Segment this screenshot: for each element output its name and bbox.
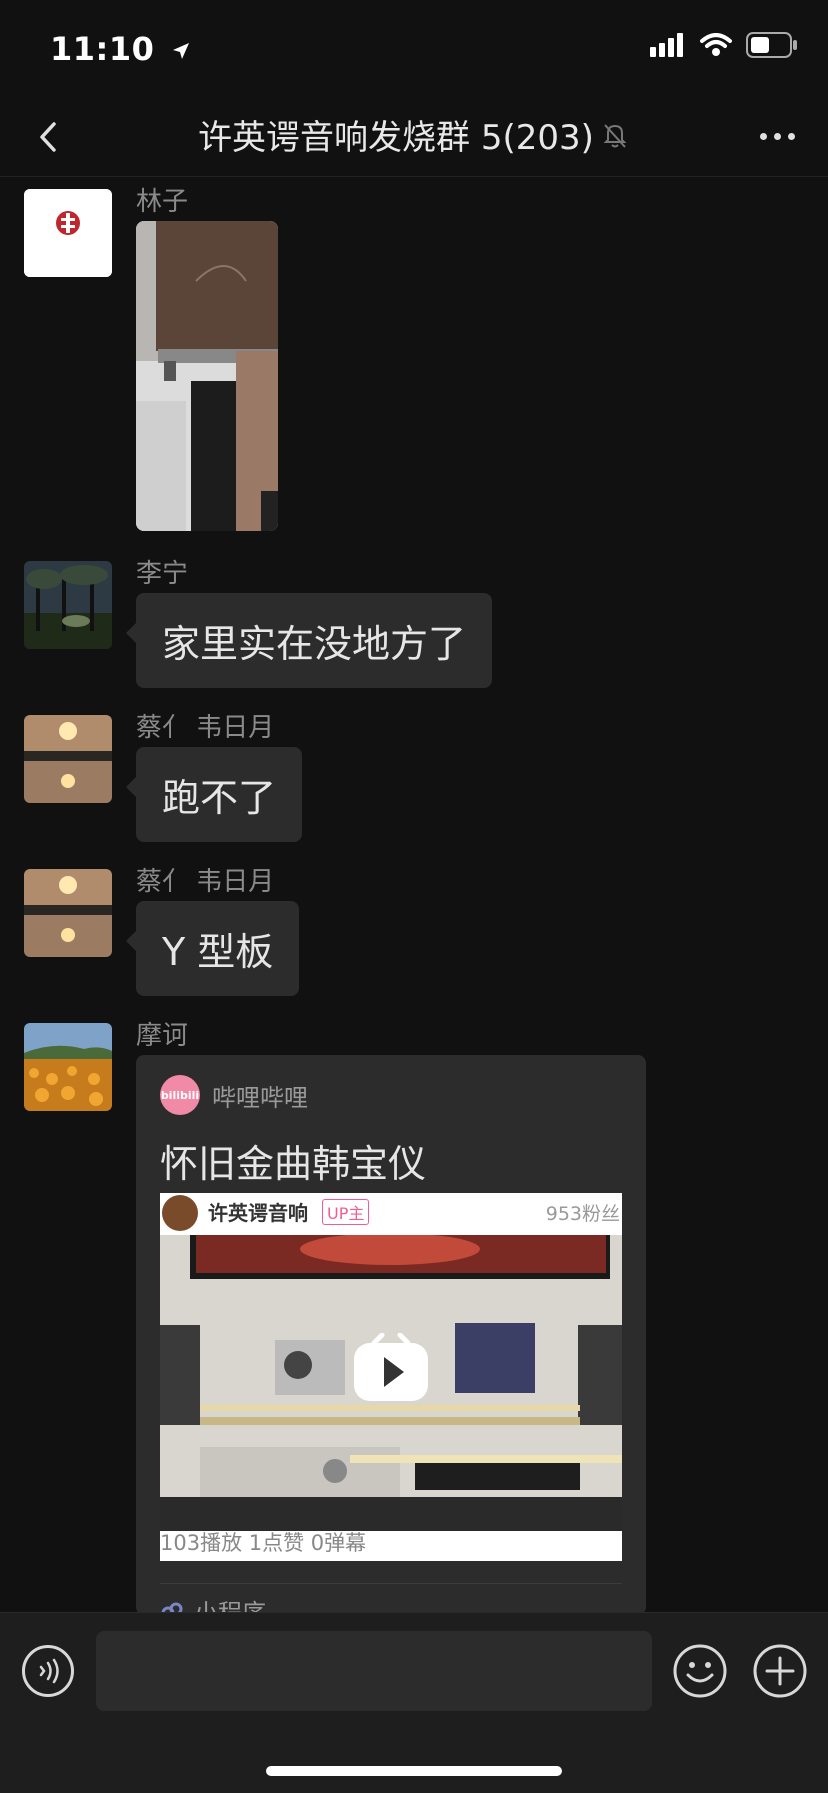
avatar[interactable] (24, 715, 112, 803)
message-bubble[interactable]: Y 型板 (125, 901, 300, 996)
sunset-photo (24, 715, 112, 803)
video-thumbnail[interactable]: 许英谔音响 UP主 953粉丝 103播放 1点赞 0弹幕 (160, 1193, 622, 1561)
sender-name: 蔡亻 韦日月 (136, 713, 275, 743)
more-button[interactable] (752, 116, 802, 156)
bilibili-logo-icon: bilibili (160, 1075, 200, 1115)
company-logo-icon (24, 189, 112, 277)
message-image[interactable] (136, 221, 278, 531)
card-app-name: 哔哩哔哩 (212, 1083, 308, 1112)
chat-title: 许英谔音响发烧群 5(203) (0, 110, 828, 159)
sender-name: 林子 (136, 187, 189, 217)
message-bubble[interactable]: 跑不了 (125, 747, 303, 842)
avatar[interactable] (24, 561, 112, 649)
sender-name: 李宁 (136, 559, 189, 589)
fans-count: 953粉丝 (545, 1203, 620, 1225)
more-dots-icon (759, 132, 767, 140)
forest-photo (24, 561, 112, 649)
status-time: 11:10 (50, 30, 192, 68)
more-dot (787, 132, 795, 140)
message-list[interactable]: 林子 李宁 家里实在没地方了 蔡亻 韦日月 跑不了 蔡亻 韦日月 Y 型板 摩诃… (0, 177, 828, 1612)
uploader-name: 许英谔音响 (208, 1201, 308, 1225)
home-indicator[interactable] (266, 1766, 562, 1776)
message-bubble[interactable]: 家里实在没地方了 (125, 593, 493, 688)
flower-field-photo (24, 1023, 112, 1111)
emoji-icon (673, 1644, 727, 1698)
more-functions-button[interactable] (752, 1643, 808, 1699)
message-input[interactable] (96, 1631, 652, 1711)
location-arrow-icon (173, 43, 189, 59)
avatar[interactable] (24, 1023, 112, 1111)
bell-muted-icon (603, 123, 627, 148)
battery-icon (746, 32, 797, 58)
message-item: 摩诃 bilibili 哔哩哔哩 怀旧金曲韩宝仪 许英谔音响 UP主 953粉丝 (0, 1015, 828, 1612)
mini-program-icon (161, 1602, 183, 1612)
nav-bar: 许英谔音响发烧群 5(203) (0, 100, 828, 177)
uploader-avatar (162, 1195, 198, 1231)
avatar[interactable] (24, 189, 112, 277)
sender-name: 蔡亻 韦日月 (136, 867, 275, 897)
voice-icon (39, 1658, 59, 1684)
avatar[interactable] (24, 869, 112, 957)
video-stats: 103播放 1点赞 0弹幕 (160, 1531, 367, 1555)
card-title: 怀旧金曲韩宝仪 (160, 1142, 427, 1186)
card-header: bilibili 哔哩哔哩 (160, 1075, 308, 1115)
uploader-row: 许英谔音响 UP主 953粉丝 (160, 1193, 622, 1235)
speaker-stand-photo (136, 221, 278, 531)
divider (160, 1583, 622, 1584)
status-time-text: 11:10 (50, 30, 155, 68)
emoji-button[interactable] (672, 1643, 728, 1699)
sender-name: 摩诃 (136, 1021, 189, 1051)
up-badge: UP主 (322, 1199, 370, 1225)
status-bar: 11:10 (0, 0, 828, 100)
sunset-photo (24, 869, 112, 957)
chat-title-text: 许英谔音响发烧群 5(203) (198, 118, 594, 158)
plus-icon (753, 1644, 807, 1698)
wifi-icon (700, 33, 732, 56)
mini-program-label: 小程序 (194, 1593, 266, 1612)
card-footer: 小程序 (160, 1593, 266, 1612)
mini-program-card[interactable]: bilibili 哔哩哔哩 怀旧金曲韩宝仪 许英谔音响 UP主 953粉丝 10… (136, 1055, 646, 1612)
play-icon[interactable] (352, 1333, 430, 1403)
voice-button[interactable] (22, 1645, 74, 1697)
more-dot (773, 132, 781, 140)
signal-icon (650, 33, 683, 57)
